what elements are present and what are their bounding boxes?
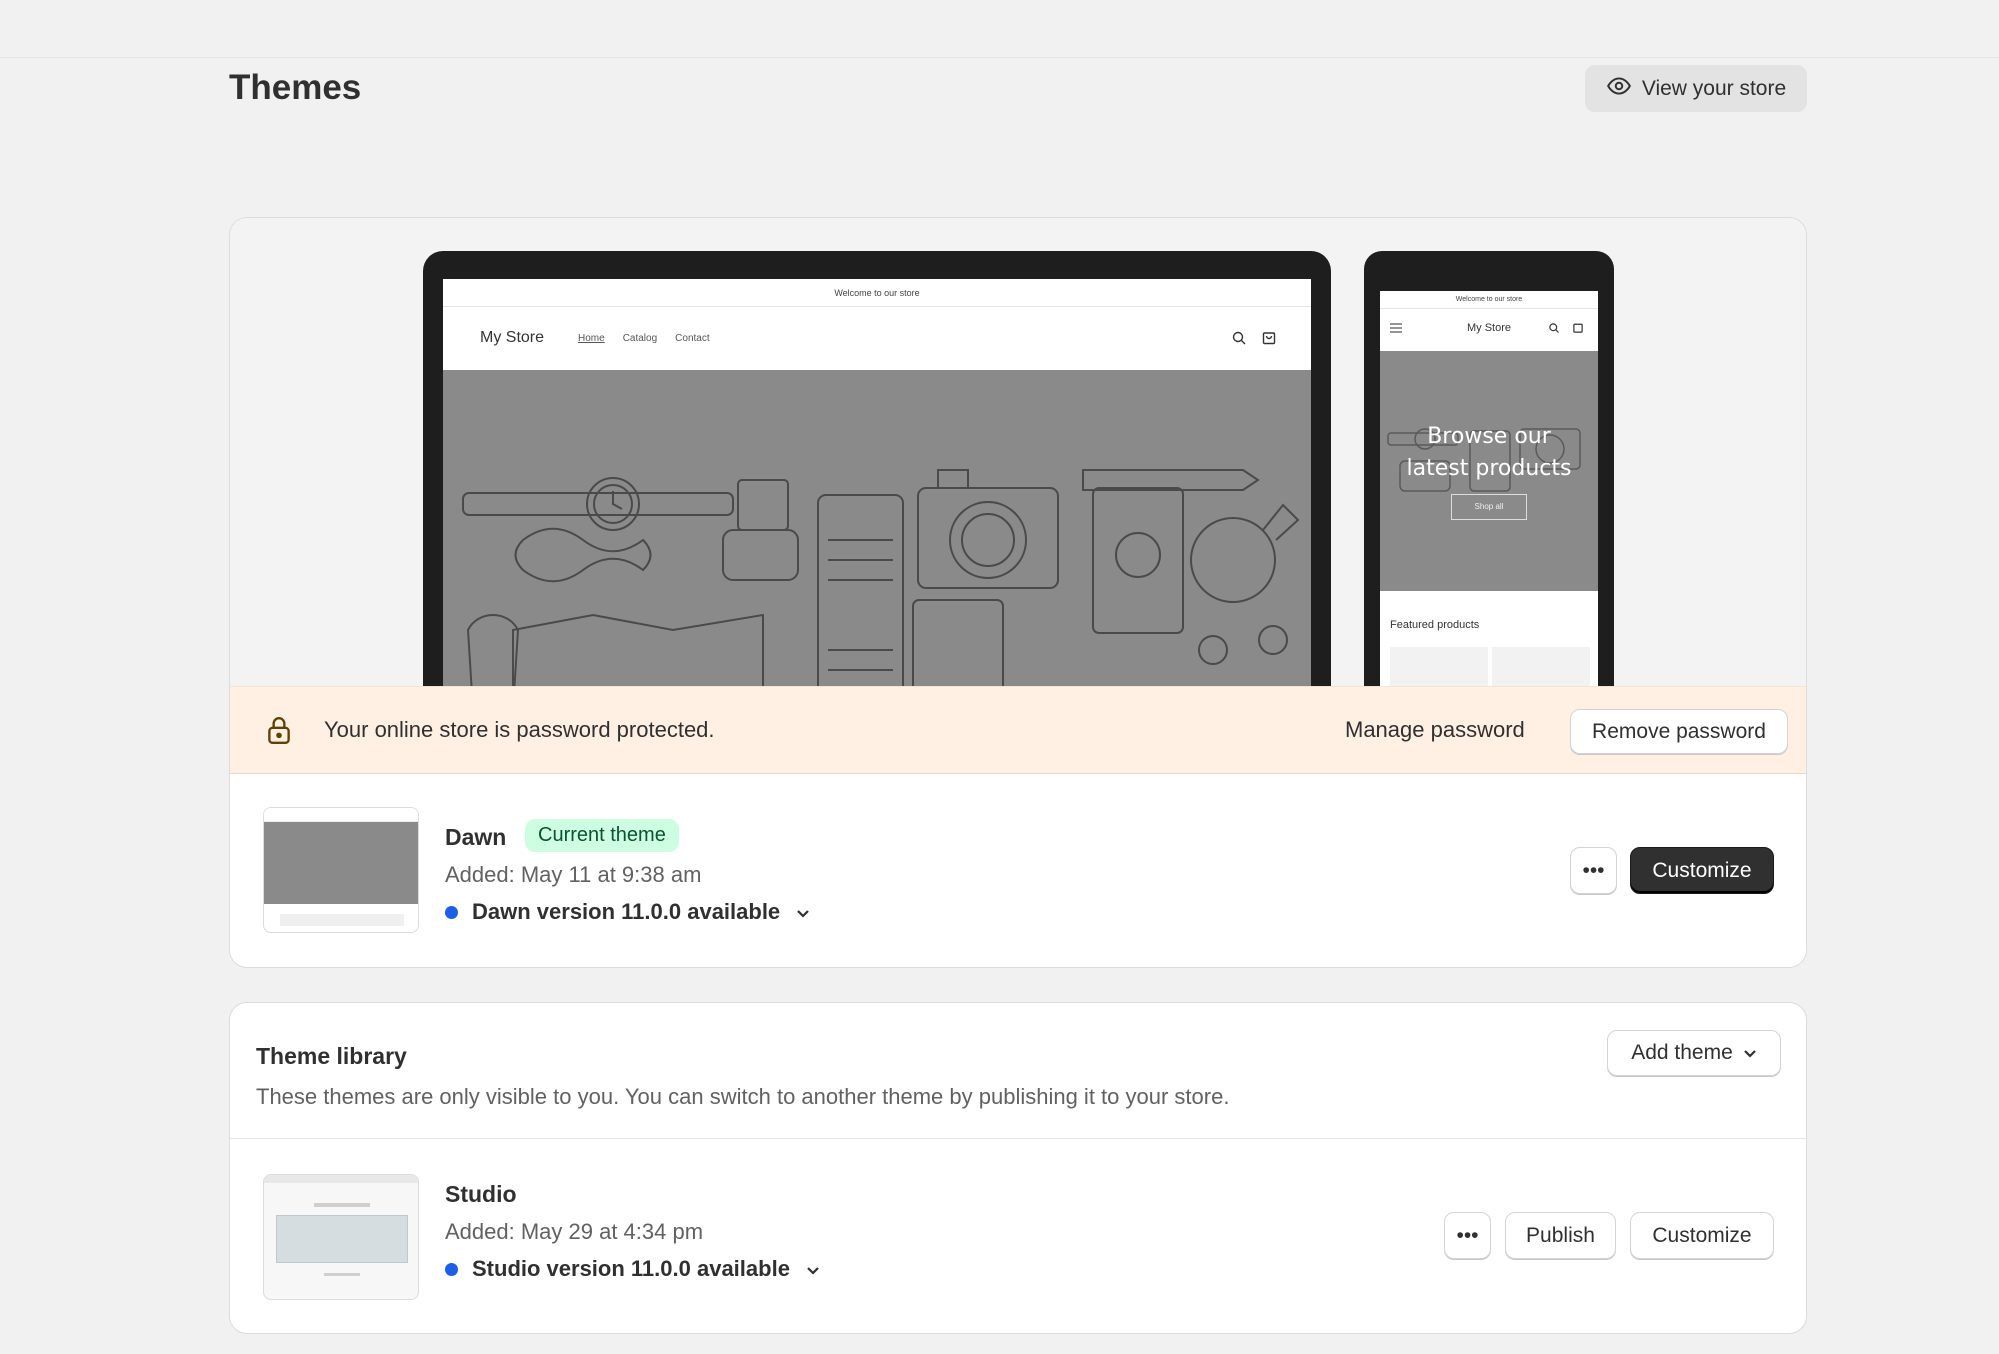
desktop-header: My Store Home Catalog Contact <box>443 307 1311 370</box>
add-theme-label: Add theme <box>1631 1041 1733 1064</box>
view-store-label: View your store <box>1641 76 1787 100</box>
hero-title-line-2: latest products <box>1406 456 1572 481</box>
desktop-nav-contact: Contact <box>675 333 710 344</box>
desktop-header-icons <box>1231 330 1277 351</box>
theme-added-date: Added: May 11 at 9:38 am <box>445 862 702 887</box>
thumb-hero <box>276 1215 408 1263</box>
mobile-header: My Store <box>1380 309 1598 349</box>
desktop-preview: Welcome to our store My Store Home Catal… <box>423 251 1331 686</box>
desktop-nav-home: Home <box>578 333 605 344</box>
thumb-header <box>264 808 418 822</box>
search-icon <box>1548 322 1560 337</box>
desktop-hero-image <box>443 370 1311 686</box>
theme-name: Dawn <box>445 824 507 850</box>
chevron-down-icon <box>1743 1041 1757 1065</box>
page-title: Themes <box>229 68 362 107</box>
update-dot-icon <box>445 1262 458 1276</box>
library-theme-row: Studio Added: May 29 at 4:34 pm Studio v… <box>230 1138 1806 1328</box>
mobile-store-logo: My Store <box>1466 322 1511 334</box>
desktop-announcement: Welcome to our store <box>443 279 1311 307</box>
hero-title-line-1: Browse our <box>1427 424 1551 449</box>
desktop-store-logo: My Store <box>480 329 545 346</box>
theme-version-text: Studio version 11.0.0 available <box>472 1256 790 1281</box>
mobile-hero: Browse our latest products Shop all <box>1380 351 1598 591</box>
desktop-nav: Home Catalog Contact <box>578 333 710 344</box>
theme-name: Studio <box>445 1181 517 1207</box>
thumb-header <box>264 1175 418 1183</box>
add-theme-button[interactable]: Add theme <box>1607 1030 1781 1076</box>
dawn-thumbnail[interactable] <box>263 807 419 933</box>
studio-thumbnail[interactable] <box>263 1174 419 1300</box>
update-dot-icon <box>445 905 458 919</box>
chevron-down-icon <box>806 1256 820 1282</box>
theme-library-card: Theme library These themes are only visi… <box>229 1002 1807 1334</box>
mobile-preview: Welcome to our store My Store Browse our… <box>1364 251 1614 686</box>
remove-password-button[interactable]: Remove password <box>1570 709 1788 754</box>
chevron-down-icon <box>796 899 810 925</box>
eye-icon <box>1606 73 1632 105</box>
current-theme-card: Welcome to our store My Store Home Catal… <box>229 217 1807 968</box>
more-actions-button[interactable]: ••• <box>1444 1212 1491 1259</box>
theme-version-text: Dawn version 11.0.0 available <box>472 899 781 924</box>
mobile-hero-title: Browse our latest products <box>1380 421 1598 485</box>
thumb-caption-line <box>324 1273 360 1276</box>
mobile-product-card <box>1492 647 1590 686</box>
customize-button[interactable]: Customize <box>1630 1212 1774 1259</box>
mobile-announcement: Welcome to our store <box>1380 291 1598 309</box>
manage-password-link[interactable]: Manage password <box>1345 717 1525 743</box>
top-divider <box>0 57 1999 58</box>
thumb-hero <box>264 822 418 904</box>
current-theme-row: Dawn Current theme Added: May 11 at 9:38… <box>230 774 1806 964</box>
cart-icon <box>1261 330 1277 351</box>
thumb-products <box>280 914 404 926</box>
current-theme-badge: Current theme <box>525 819 679 852</box>
mobile-screen: Welcome to our store My Store Browse our… <box>1380 291 1598 686</box>
theme-version-toggle[interactable]: Dawn version 11.0.0 available <box>445 899 810 925</box>
theme-library-description: These themes are only visible to you. Yo… <box>256 1084 1230 1109</box>
search-icon <box>1231 330 1247 351</box>
password-message: Your online store is password protected. <box>324 717 715 742</box>
password-banner: Your online store is password protected.… <box>230 686 1806 774</box>
desktop-nav-catalog: Catalog <box>622 333 658 344</box>
mobile-product-card <box>1390 647 1488 686</box>
mobile-shop-button: Shop all <box>1451 494 1527 520</box>
theme-preview[interactable]: Welcome to our store My Store Home Catal… <box>230 218 1806 686</box>
thumb-title-line <box>314 1203 370 1207</box>
theme-version-toggle[interactable]: Studio version 11.0.0 available <box>445 1256 820 1282</box>
theme-library-title: Theme library <box>256 1043 407 1069</box>
cart-icon <box>1572 322 1584 337</box>
desktop-screen: Welcome to our store My Store Home Catal… <box>443 279 1311 686</box>
publish-button[interactable]: Publish <box>1505 1212 1616 1259</box>
more-actions-button[interactable]: ••• <box>1570 847 1617 894</box>
customize-button[interactable]: Customize <box>1630 847 1774 894</box>
view-store-button[interactable]: View your store <box>1585 65 1807 112</box>
mobile-featured-heading: Featured products <box>1390 619 1480 631</box>
theme-added-date: Added: May 29 at 4:34 pm <box>445 1219 704 1244</box>
lock-icon <box>266 715 292 750</box>
